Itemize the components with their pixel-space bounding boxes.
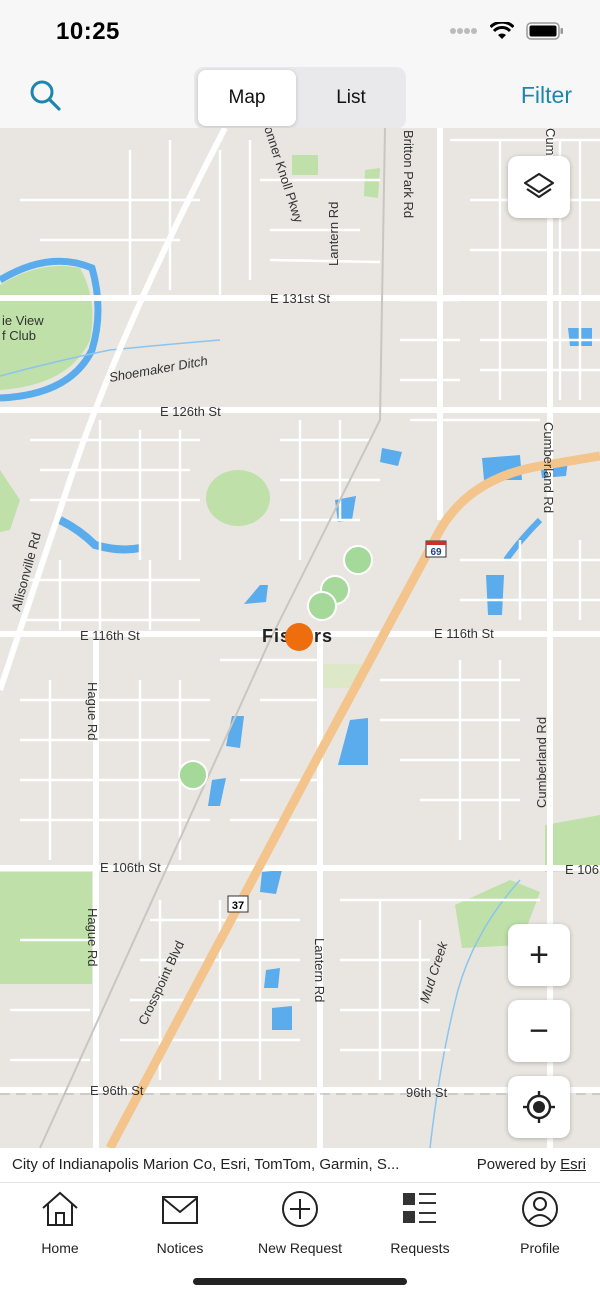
label-e126: E 126th St bbox=[160, 404, 221, 419]
label-cumberland-s: Cumberland Rd bbox=[534, 717, 549, 808]
envelope-icon bbox=[162, 1196, 198, 1224]
request-marker[interactable] bbox=[178, 760, 208, 790]
label-e106: E 106th St bbox=[100, 860, 161, 875]
signal-icon bbox=[450, 28, 477, 34]
request-marker[interactable] bbox=[343, 545, 373, 575]
battery-icon bbox=[526, 22, 563, 40]
search-button[interactable] bbox=[28, 78, 64, 114]
zoom-in-button[interactable]: + bbox=[508, 924, 570, 986]
label-e96: E 96th St bbox=[90, 1083, 144, 1098]
tab-notices[interactable]: Notices bbox=[120, 1189, 240, 1256]
layers-icon bbox=[523, 172, 555, 199]
tab-new-request[interactable]: New Request bbox=[240, 1189, 360, 1256]
filter-button[interactable]: Filter bbox=[521, 82, 572, 109]
tab-home-label: Home bbox=[41, 1240, 79, 1256]
shield-69: 69 bbox=[430, 547, 442, 558]
request-marker[interactable] bbox=[307, 591, 337, 621]
label-club-1: ie View bbox=[2, 313, 44, 328]
status-icons bbox=[450, 22, 564, 40]
label-e106-east: E 106 bbox=[565, 862, 599, 877]
tab-requests-label: Requests bbox=[390, 1240, 450, 1256]
label-e116-west: E 116th St bbox=[80, 628, 140, 643]
list-icon bbox=[403, 1193, 436, 1223]
tab-home[interactable]: Home bbox=[0, 1189, 120, 1256]
powered-by: Powered by Esri bbox=[477, 1156, 586, 1173]
label-cumberland-top: Cum bbox=[543, 128, 558, 155]
label-club-2: f Club bbox=[2, 328, 36, 343]
label-lantern-south: Lantern Rd bbox=[312, 938, 327, 1002]
label-cumberland-n: Cumberland Rd bbox=[541, 422, 556, 513]
tab-requests[interactable]: Requests bbox=[360, 1189, 480, 1256]
tab-notices-label: Notices bbox=[156, 1240, 204, 1256]
layers-button[interactable] bbox=[508, 156, 570, 218]
label-e131: E 131st St bbox=[270, 291, 330, 306]
home-icon bbox=[42, 1191, 78, 1226]
label-lantern-north: Lantern Rd bbox=[326, 202, 341, 266]
header: Map List Filter bbox=[0, 64, 600, 129]
label-hague-1: Hague Rd bbox=[85, 682, 100, 741]
label-e96-east: 96th St bbox=[406, 1085, 448, 1100]
label-britton: Britton Park Rd bbox=[401, 130, 416, 218]
wifi-icon bbox=[490, 22, 514, 39]
search-icon bbox=[30, 80, 61, 111]
shield-37: 37 bbox=[232, 900, 244, 912]
map-view[interactable]: 69 37 E 131st St Shoemaker Ditch E 126th… bbox=[0, 128, 600, 1148]
home-indicator bbox=[193, 1278, 407, 1285]
esri-link[interactable]: Esri bbox=[560, 1156, 586, 1173]
label-hague-2: Hague Rd bbox=[85, 908, 100, 967]
locate-button[interactable] bbox=[508, 1076, 570, 1138]
zoom-out-button[interactable]: − bbox=[508, 1000, 570, 1062]
current-location-marker[interactable] bbox=[285, 623, 313, 651]
attribution-text: City of Indianapolis Marion Co, Esri, To… bbox=[12, 1156, 400, 1173]
tab-profile[interactable]: Profile bbox=[480, 1189, 600, 1256]
tab-profile-label: Profile bbox=[520, 1240, 560, 1256]
person-icon bbox=[522, 1191, 558, 1227]
status-bar: 10:25 bbox=[0, 0, 600, 64]
tab-map[interactable]: Map bbox=[198, 70, 296, 126]
tab-new-request-label: New Request bbox=[257, 1240, 343, 1256]
status-time: 10:25 bbox=[56, 18, 120, 45]
label-e116-east: E 116th St bbox=[434, 626, 494, 641]
crosshair-icon bbox=[523, 1091, 555, 1123]
map-attribution: City of Indianapolis Marion Co, Esri, To… bbox=[0, 1148, 600, 1182]
view-segmented-control: Map List bbox=[194, 67, 406, 129]
plus-circle-icon bbox=[282, 1191, 318, 1227]
tab-list[interactable]: List bbox=[302, 70, 400, 126]
powered-by-label: Powered by bbox=[476, 1156, 556, 1173]
